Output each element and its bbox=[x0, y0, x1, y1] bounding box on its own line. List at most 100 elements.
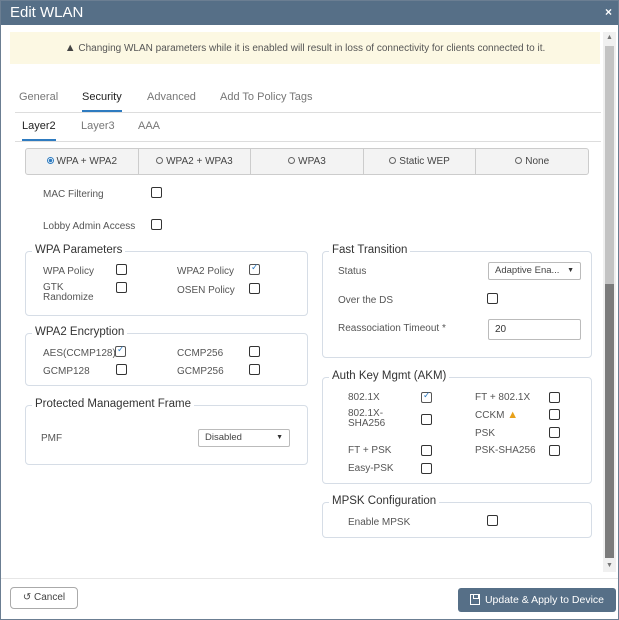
scroll-up-icon[interactable]: ▲ bbox=[603, 32, 616, 44]
subtab-layer3[interactable]: Layer3 bbox=[81, 120, 115, 132]
tab-general[interactable]: General bbox=[19, 91, 58, 103]
dialog-title: Edit WLAN bbox=[10, 4, 84, 21]
wpa-policy-label: WPA Policy bbox=[43, 266, 94, 277]
mode-label: Static WEP bbox=[399, 156, 450, 167]
vertical-scrollbar[interactable]: ▲ ▼ bbox=[603, 32, 616, 572]
ft-status-select[interactable]: Adaptive Ena... ▼ bbox=[488, 262, 581, 280]
subtab-aaa[interactable]: AAA bbox=[138, 120, 160, 132]
akm-easy-psk-checkbox[interactable] bbox=[421, 463, 432, 474]
wpa2-policy-label: WPA2 Policy bbox=[177, 266, 235, 277]
mode-wpa3[interactable]: WPA3 bbox=[251, 149, 364, 174]
ccmp256-checkbox[interactable] bbox=[249, 346, 260, 357]
footer-divider bbox=[1, 578, 618, 579]
main-tabs: General Security Advanced Add To Policy … bbox=[15, 89, 601, 113]
lobby-admin-checkbox[interactable] bbox=[151, 219, 162, 230]
subtab-layer2[interactable]: Layer2 bbox=[22, 120, 56, 141]
undo-icon: ↺ bbox=[22, 592, 32, 603]
akm-psk-checkbox[interactable] bbox=[549, 427, 560, 438]
warning-icon: ▲ bbox=[64, 42, 76, 54]
gcmp256-checkbox[interactable] bbox=[249, 364, 260, 375]
akm-8021x-checkbox[interactable] bbox=[421, 390, 432, 403]
enable-mpsk-label: Enable MPSK bbox=[348, 517, 411, 528]
wpa-parameters-legend: WPA Parameters bbox=[32, 244, 126, 256]
akm-psk-label: PSK bbox=[475, 428, 496, 439]
update-label: Update & Apply to Device bbox=[484, 594, 605, 606]
warning-alert: ▲ Changing WLAN parameters while it is e… bbox=[10, 32, 600, 64]
scroll-down-icon[interactable]: ▼ bbox=[603, 560, 616, 572]
cckm-text: CCKM bbox=[475, 410, 505, 421]
edit-wlan-dialog: Edit WLAN × ▲ Changing WLAN parameters w… bbox=[0, 0, 619, 620]
mode-label: WPA2 + WPA3 bbox=[166, 156, 233, 167]
chevron-down-icon: ▼ bbox=[567, 267, 574, 274]
mpsk-legend: MPSK Configuration bbox=[329, 495, 440, 507]
ft-status-label: Status bbox=[338, 266, 367, 277]
akm-ft-8021x-label: FT + 802.1X bbox=[475, 392, 531, 403]
pmf-label: PMF bbox=[41, 433, 63, 444]
close-icon[interactable]: × bbox=[605, 5, 612, 19]
reassociation-timeout-input[interactable]: 20 bbox=[488, 319, 581, 340]
wpa2-encryption-group: WPA2 Encryption bbox=[25, 326, 308, 386]
gtk-randomize-label: GTK Randomize bbox=[43, 282, 94, 303]
radio-icon bbox=[515, 157, 523, 164]
radio-icon bbox=[288, 157, 296, 164]
akm-8021x-sha256-label: 802.1X-SHA256 bbox=[348, 408, 386, 429]
akm-psk-sha256-label: PSK-SHA256 bbox=[475, 445, 536, 456]
pmf-select[interactable]: Disabled ▼ bbox=[198, 429, 290, 447]
aes-ccmp128-label: AES(CCMP128) bbox=[43, 348, 116, 359]
pmf-selected-value: Disabled bbox=[205, 432, 242, 443]
aes-ccmp128-checkbox[interactable] bbox=[115, 344, 126, 357]
warning-text: Changing WLAN parameters while it is ena… bbox=[78, 43, 546, 54]
scroll-track[interactable] bbox=[605, 46, 614, 558]
akm-ft-8021x-checkbox[interactable] bbox=[549, 392, 560, 403]
cancel-button[interactable]: ↺ Cancel bbox=[10, 587, 78, 609]
mode-label: None bbox=[525, 156, 550, 167]
tab-add-to-policy-tags[interactable]: Add To Policy Tags bbox=[220, 91, 313, 103]
akm-8021x-sha256-checkbox[interactable] bbox=[421, 414, 432, 425]
scroll-thumb[interactable] bbox=[605, 284, 614, 558]
akm-legend: Auth Key Mgmt (AKM) bbox=[329, 370, 450, 382]
gcmp256-label: GCMP256 bbox=[177, 366, 224, 377]
osen-policy-checkbox[interactable] bbox=[249, 283, 260, 294]
gcmp128-label: GCMP128 bbox=[43, 366, 90, 377]
radio-icon bbox=[389, 157, 397, 164]
over-the-ds-checkbox[interactable] bbox=[487, 293, 498, 304]
mode-none[interactable]: None bbox=[476, 149, 588, 174]
mac-filtering-checkbox[interactable] bbox=[151, 187, 162, 198]
wpa2-encryption-legend: WPA2 Encryption bbox=[32, 326, 128, 338]
mode-label: WPA3 bbox=[298, 156, 326, 167]
akm-easy-psk-label: Easy-PSK bbox=[348, 463, 394, 474]
chevron-down-icon: ▼ bbox=[276, 434, 283, 441]
radio-selected-icon bbox=[46, 157, 54, 164]
wpa2-policy-checkbox[interactable] bbox=[249, 262, 260, 275]
warning-icon: ▲ bbox=[507, 409, 519, 421]
save-icon bbox=[469, 594, 480, 605]
tab-advanced[interactable]: Advanced bbox=[147, 91, 196, 103]
mode-wpa-wpa2[interactable]: WPA + WPA2 bbox=[26, 149, 139, 174]
mac-filtering-label: MAC Filtering bbox=[43, 189, 104, 200]
lobby-admin-label: Lobby Admin Access bbox=[43, 221, 136, 232]
akm-cckm-label: CCKM ▲ bbox=[475, 409, 518, 421]
mode-label: WPA + WPA2 bbox=[56, 156, 118, 167]
gtk-randomize-checkbox[interactable] bbox=[116, 282, 127, 293]
security-mode-selector: WPA + WPA2 WPA2 + WPA3 WPA3 Static WEP N… bbox=[25, 148, 589, 175]
radio-icon bbox=[156, 157, 164, 164]
akm-ft-psk-checkbox[interactable] bbox=[421, 445, 432, 456]
akm-psk-sha256-checkbox[interactable] bbox=[549, 445, 560, 456]
fast-transition-legend: Fast Transition bbox=[329, 244, 411, 256]
wpa-policy-checkbox[interactable] bbox=[116, 264, 127, 275]
ft-status-value: Adaptive Ena... bbox=[495, 265, 560, 276]
akm-cckm-checkbox[interactable] bbox=[549, 409, 560, 420]
mode-static-wep[interactable]: Static WEP bbox=[364, 149, 477, 174]
cancel-label: Cancel bbox=[34, 592, 66, 603]
enable-mpsk-checkbox[interactable] bbox=[487, 515, 498, 526]
update-apply-button[interactable]: Update & Apply to Device bbox=[458, 588, 616, 612]
gcmp128-checkbox[interactable] bbox=[116, 364, 127, 375]
dialog-titlebar: Edit WLAN × bbox=[1, 1, 618, 25]
reassociation-timeout-label: Reassociation Timeout * bbox=[338, 323, 446, 334]
mode-wpa2-wpa3[interactable]: WPA2 + WPA3 bbox=[139, 149, 252, 174]
tab-security[interactable]: Security bbox=[82, 91, 122, 112]
security-subtabs: Layer2 Layer3 AAA bbox=[15, 118, 601, 142]
akm-8021x-label: 802.1X bbox=[348, 392, 380, 403]
ccmp256-label: CCMP256 bbox=[177, 348, 224, 359]
pmf-legend: Protected Management Frame bbox=[32, 398, 194, 410]
